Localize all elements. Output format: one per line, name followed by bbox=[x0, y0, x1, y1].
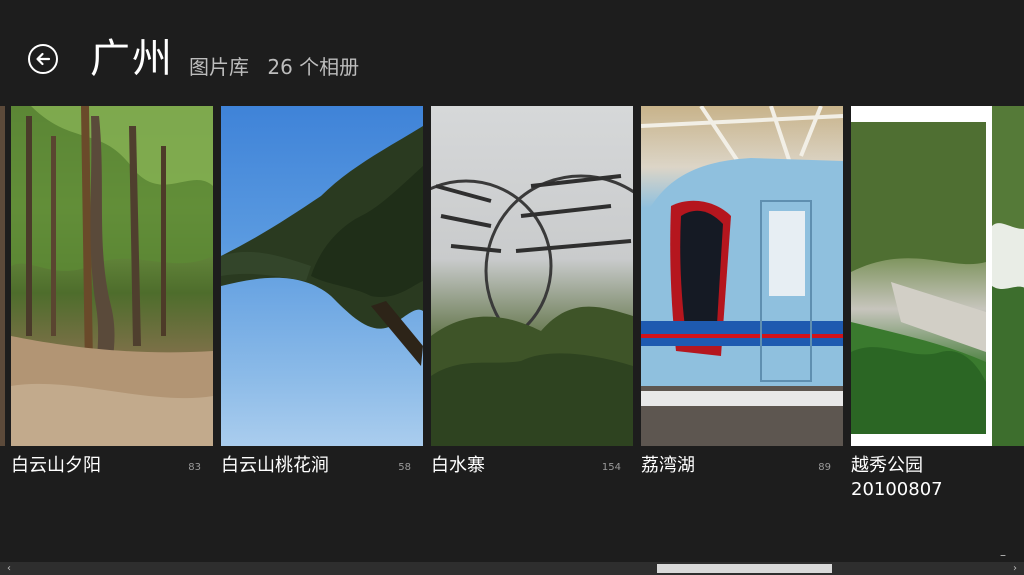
album-cover-image bbox=[431, 106, 633, 446]
album-cover-photo-main bbox=[851, 122, 986, 434]
album-title: 荔湾湖 bbox=[641, 455, 695, 476]
album-photo-count: 154 bbox=[601, 462, 621, 473]
partial-tile-right[interactable] bbox=[992, 106, 1024, 446]
chevron-right-icon[interactable]: › bbox=[1008, 562, 1022, 575]
album-title: 白云山夕阳 bbox=[11, 455, 101, 476]
album-photo-count: 83 bbox=[188, 462, 201, 473]
album-title: 越秀公园 20100807 bbox=[851, 455, 943, 500]
album-tile[interactable]: 白水寨 154 bbox=[431, 106, 633, 506]
partial-tile-left[interactable] bbox=[0, 106, 5, 446]
back-button[interactable] bbox=[28, 44, 58, 74]
album-cover-image bbox=[11, 106, 213, 446]
horizontal-scrollbar[interactable]: ‹ › bbox=[0, 562, 1024, 575]
scrollbar-thumb[interactable] bbox=[657, 564, 832, 573]
minimize-indicator: – bbox=[1000, 548, 1006, 562]
album-cover-image bbox=[221, 106, 423, 446]
header: 广州 图片库 26 个相册 bbox=[0, 0, 1024, 100]
library-label: 图片库 bbox=[189, 55, 249, 79]
album-photo-count: 89 bbox=[818, 462, 831, 473]
album-title: 白水寨 bbox=[431, 455, 485, 476]
album-tile[interactable]: 白云山桃花涧 58 bbox=[221, 106, 423, 506]
album-count: 26 个相册 bbox=[267, 55, 360, 79]
chevron-left-icon[interactable]: ‹ bbox=[2, 562, 16, 575]
page-title: 广州 bbox=[90, 36, 174, 82]
back-arrow-icon bbox=[36, 52, 51, 66]
album-cover-image bbox=[641, 106, 843, 446]
album-strip: 白云山夕阳 83 白云山桃花涧 58 白水寨 154 荔湾湖 89 越秀公园 2… bbox=[0, 106, 1024, 506]
album-title: 白云山桃花涧 bbox=[221, 455, 329, 476]
album-tile[interactable]: 荔湾湖 89 bbox=[641, 106, 843, 506]
album-tile[interactable]: 白云山夕阳 83 bbox=[11, 106, 213, 506]
album-photo-count: 58 bbox=[398, 462, 411, 473]
page-subtitle: 图片库 26 个相册 bbox=[189, 54, 371, 80]
